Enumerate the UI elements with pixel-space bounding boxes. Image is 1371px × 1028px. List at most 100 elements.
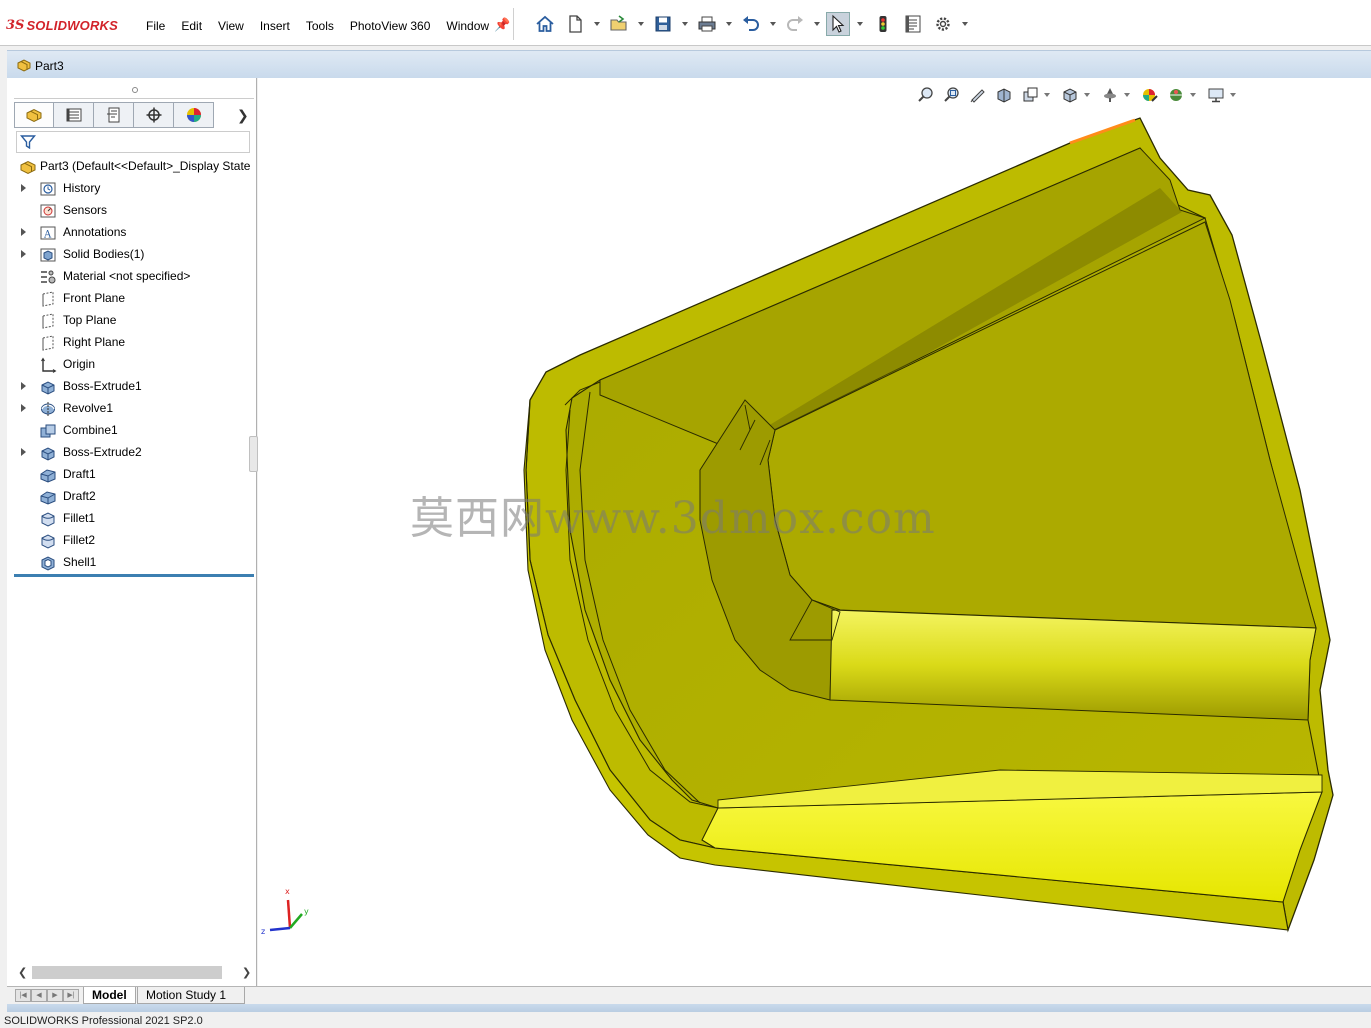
tab-last-icon[interactable]: ▶| <box>63 989 79 1002</box>
heads-up-view-toolbar <box>914 83 1244 107</box>
panel-collapse-handle[interactable] <box>249 436 258 472</box>
rollback-bar[interactable] <box>14 574 254 577</box>
scroll-right-arrow-icon[interactable]: ❯ <box>242 966 251 979</box>
manager-tabs <box>14 102 214 128</box>
rebuild-button[interactable] <box>871 12 895 36</box>
tab-motion-study[interactable]: Motion Study 1 <box>137 987 245 1004</box>
expand-arrow-icon[interactable] <box>21 382 26 390</box>
undo-dropdown-arrow[interactable] <box>770 22 776 26</box>
zoom-to-area-button[interactable] <box>940 84 964 106</box>
menu-file[interactable]: File <box>138 19 173 33</box>
display-style-button[interactable] <box>1098 84 1122 106</box>
previous-view-button[interactable] <box>966 84 990 106</box>
open-dropdown-arrow[interactable] <box>638 22 644 26</box>
configuration-manager-icon <box>106 107 119 123</box>
tree-item-right-plane[interactable]: Right Plane <box>7 331 257 353</box>
tab-prev-icon[interactable]: ◀ <box>31 989 47 1002</box>
tab-configuration-manager[interactable] <box>94 102 134 128</box>
tab-display-manager[interactable] <box>174 102 214 128</box>
menu-tools[interactable]: Tools <box>298 19 342 33</box>
save-button[interactable] <box>651 12 675 36</box>
save-icon <box>655 16 671 32</box>
select-cursor-icon <box>832 14 845 33</box>
tab-feature-manager[interactable] <box>14 102 54 128</box>
tree-item-solid-bodies-1[interactable]: Solid Bodies(1) <box>7 243 257 265</box>
tree-item-material-not-specified[interactable]: Material <not specified> <box>7 265 257 287</box>
tree-filter[interactable] <box>16 131 250 153</box>
tree-item-annotations[interactable]: A Annotations <box>7 221 257 243</box>
tree-root-part3[interactable]: Part3 (Default<<Default>_Display State <box>7 155 257 177</box>
expand-arrow-icon[interactable] <box>21 448 26 456</box>
options-button[interactable] <box>931 12 955 36</box>
undo-button[interactable] <box>739 12 763 36</box>
tab-dimxpert-manager[interactable] <box>134 102 174 128</box>
print-dropdown-arrow[interactable] <box>726 22 732 26</box>
tree-item-label: Solid Bodies(1) <box>63 247 145 261</box>
tree-item-fillet1[interactable]: Fillet1 <box>7 507 257 529</box>
plane-icon <box>42 291 54 307</box>
scroll-thumb[interactable] <box>32 966 222 979</box>
tree-item-combine1[interactable]: Combine1 <box>7 419 257 441</box>
tree-item-boss-extrude1[interactable]: Boss-Extrude1 <box>7 375 257 397</box>
tree-item-top-plane[interactable]: Top Plane <box>7 309 257 331</box>
expand-arrow-icon[interactable] <box>21 228 26 236</box>
menu-photoview[interactable]: PhotoView 360 <box>342 19 439 33</box>
tree-item-boss-extrude2[interactable]: Boss-Extrude2 <box>7 441 257 463</box>
dynamic-annotation-button[interactable] <box>1018 84 1042 106</box>
select-button[interactable] <box>826 12 850 36</box>
menu-insert[interactable]: Insert <box>252 19 298 33</box>
graphics-area[interactable]: 莫西网www.3dmox.com x y z <box>258 78 1371 986</box>
tree-item-draft2[interactable]: Draft2 <box>7 485 257 507</box>
watermark-text: 莫西网www.3dmox.com <box>410 493 936 544</box>
save-dropdown-arrow[interactable] <box>682 22 688 26</box>
part-icon <box>17 59 31 72</box>
tree-item-front-plane[interactable]: Front Plane <box>7 287 257 309</box>
view-orientation-dropdown-arrow[interactable] <box>1084 93 1090 97</box>
tree-item-shell1[interactable]: Shell1 <box>7 551 257 573</box>
view-settings-dropdown-arrow[interactable] <box>1230 93 1236 97</box>
solidworks-logo[interactable]: 3S SOLIDWORKS <box>6 15 118 35</box>
options-dropdown-arrow[interactable] <box>962 22 968 26</box>
file-properties-button[interactable] <box>901 12 925 36</box>
zoom-to-fit-button[interactable] <box>914 84 938 106</box>
expand-arrow-icon[interactable] <box>21 250 26 258</box>
apply-scene-button[interactable] <box>1164 84 1188 106</box>
tree-item-sensors[interactable]: Sensors <box>7 199 257 221</box>
view-orientation-button[interactable] <box>1058 84 1082 106</box>
tree-item-draft1[interactable]: Draft1 <box>7 463 257 485</box>
panel-split-grip[interactable] <box>132 87 138 93</box>
tab-first-icon[interactable]: |◀ <box>15 989 31 1002</box>
tree-item-revolve1[interactable]: Revolve1 <box>7 397 257 419</box>
display-style-dropdown-arrow[interactable] <box>1124 93 1130 97</box>
annotations-icon: A <box>40 226 56 241</box>
tab-model[interactable]: Model <box>83 987 136 1004</box>
select-dropdown-arrow[interactable] <box>857 22 863 26</box>
scene-dropdown-arrow[interactable] <box>1190 93 1196 97</box>
redo-dropdown-arrow[interactable] <box>814 22 820 26</box>
print-button[interactable] <box>695 12 719 36</box>
open-button[interactable] <box>607 12 631 36</box>
new-document-button[interactable] <box>563 12 587 36</box>
new-dropdown-arrow[interactable] <box>594 22 600 26</box>
edit-appearance-button[interactable] <box>1138 84 1162 106</box>
tab-next-icon[interactable]: ▶ <box>47 989 63 1002</box>
tree-item-fillet2[interactable]: Fillet2 <box>7 529 257 551</box>
reference-triad[interactable]: x y z <box>258 884 318 944</box>
menu-view[interactable]: View <box>210 19 252 33</box>
tab-property-manager[interactable] <box>54 102 94 128</box>
tree-item-history[interactable]: History <box>7 177 257 199</box>
pin-menu-icon[interactable]: 📌 <box>494 17 510 33</box>
section-view-button[interactable] <box>992 84 1016 106</box>
tree-horizontal-scrollbar[interactable]: ❮ ❯ <box>14 964 251 980</box>
expand-arrow-icon[interactable] <box>21 404 26 412</box>
view-settings-button[interactable] <box>1204 84 1228 106</box>
tabs-more-arrow-icon[interactable]: ❯ <box>237 107 249 124</box>
redo-button[interactable] <box>783 12 807 36</box>
home-button[interactable] <box>533 12 557 36</box>
menu-edit[interactable]: Edit <box>173 19 210 33</box>
expand-arrow-icon[interactable] <box>21 184 26 192</box>
tree-item-origin[interactable]: Origin <box>7 353 257 375</box>
annotation-dropdown-arrow[interactable] <box>1044 93 1050 97</box>
menu-window[interactable]: Window <box>438 19 497 33</box>
scroll-left-arrow-icon[interactable]: ❮ <box>18 966 27 979</box>
